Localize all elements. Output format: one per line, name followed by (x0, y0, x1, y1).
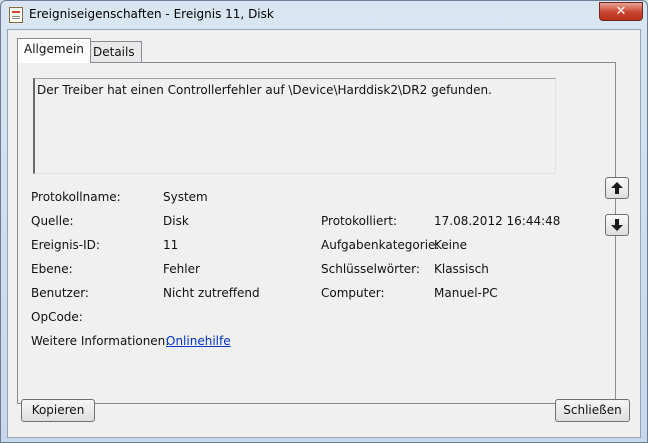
online-help-link[interactable]: Onlinehilfe (166, 334, 231, 348)
computer-value: Manuel-PC (434, 286, 498, 300)
source-label: Quelle: (31, 214, 74, 228)
title-bar[interactable]: Ereigniseigenschaften - Ereignis 11, Dis… (1, 1, 647, 29)
level-value: Fehler (163, 262, 200, 276)
arrow-down-icon (611, 219, 623, 231)
task-category-value: Keine (434, 238, 467, 252)
more-info-label: Weitere Informationen: (31, 334, 170, 348)
logged-value: 17.08.2012 16:44:48 (434, 214, 561, 228)
source-value: Disk (163, 214, 189, 228)
logged-label: Protokolliert: (321, 214, 398, 228)
tab-allgemein[interactable]: Allgemein (17, 38, 91, 63)
next-event-button[interactable] (605, 214, 629, 236)
window-title: Ereigniseigenschaften - Ereignis 11, Dis… (29, 7, 274, 21)
event-id-label: Ereignis-ID: (31, 238, 100, 252)
close-button[interactable]: Schließen (555, 399, 630, 422)
task-category-label: Aufgabenkategorie: (321, 238, 440, 252)
computer-label: Computer: (321, 286, 385, 300)
event-id-value: 11 (163, 238, 179, 252)
keywords-label: Schlüsselwörter: (321, 262, 420, 276)
event-viewer-icon (9, 7, 23, 23)
event-description[interactable]: Der Treiber hat einen Controllerfehler a… (33, 78, 556, 174)
opcode-label: OpCode: (31, 310, 83, 324)
event-properties-window: Ereigniseigenschaften - Ereignis 11, Dis… (0, 0, 648, 443)
user-value: Nicht zutreffend (163, 286, 260, 300)
arrow-up-icon (611, 182, 623, 194)
tab-details[interactable]: Details (86, 41, 142, 63)
log-name-value: System (163, 190, 208, 204)
general-tab-panel: Der Treiber hat einen Controllerfehler a… (17, 62, 616, 404)
level-label: Ebene: (31, 262, 73, 276)
user-label: Benutzer: (31, 286, 89, 300)
log-name-label: Protokollname: (31, 190, 121, 204)
copy-button[interactable]: Kopieren (21, 399, 95, 422)
close-window-button[interactable]: ✕ (599, 2, 643, 21)
dialog-client-area: Allgemein Details Der Treiber hat einen … (7, 29, 641, 438)
keywords-value: Klassisch (434, 262, 489, 276)
previous-event-button[interactable] (605, 177, 629, 199)
